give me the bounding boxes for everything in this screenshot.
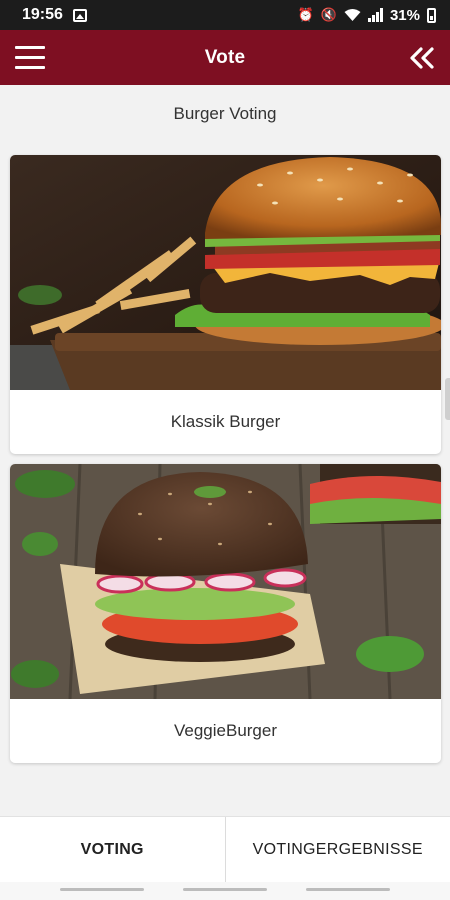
- wifi-icon: [344, 9, 361, 21]
- app-bar: Vote: [0, 30, 450, 85]
- alarm-icon: ⏰: [297, 7, 314, 22]
- system-nav-bar: [0, 882, 450, 900]
- veggie-burger-photo: [10, 464, 441, 699]
- mute-icon: 🔇: [320, 7, 337, 22]
- status-bar: 19:56 ⏰ 🔇 31%: [0, 0, 450, 30]
- bottom-tab-bar: VOTING VOTINGERGEBNISSE: [0, 816, 450, 882]
- double-chevron-left-icon[interactable]: [408, 44, 436, 72]
- nav-back-button[interactable]: [306, 888, 390, 891]
- hamburger-menu-icon[interactable]: [15, 46, 45, 69]
- status-time: 19:56: [22, 6, 63, 23]
- nav-home-button[interactable]: [183, 888, 267, 891]
- page-heading: Burger Voting: [173, 104, 277, 123]
- status-right: ⏰ 🔇 31%: [298, 7, 436, 24]
- card-label: VeggieBurger: [173, 721, 278, 740]
- vote-card-klassik-burger[interactable]: Klassik Burger: [10, 155, 441, 454]
- tab-votingergebnisse[interactable]: VOTINGERGEBNISSE: [224, 817, 450, 882]
- signal-icon: [367, 8, 383, 22]
- image-icon: [72, 8, 87, 22]
- card-label: Klassik Burger: [170, 412, 281, 431]
- tab-voting[interactable]: VOTING: [0, 817, 225, 882]
- status-left: 19:56: [22, 6, 87, 24]
- battery-icon: [427, 7, 436, 23]
- nav-recent-button[interactable]: [60, 888, 144, 891]
- classic-burger-photo: [10, 155, 441, 390]
- scrollbar-handle[interactable]: [445, 378, 450, 420]
- battery-percent: 31%: [389, 6, 420, 24]
- app-title: Vote: [204, 46, 246, 68]
- vote-card-veggie-burger[interactable]: VeggieBurger: [10, 464, 441, 763]
